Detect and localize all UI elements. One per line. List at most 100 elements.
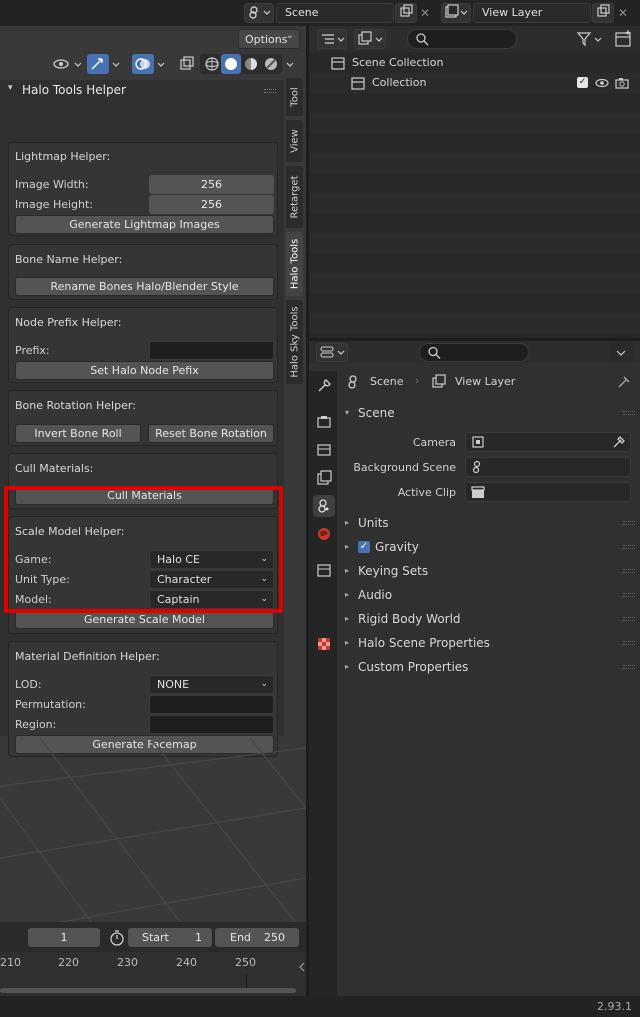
units-section-header[interactable]: ▸ Units <box>345 512 635 534</box>
drag-grip-icon[interactable] <box>264 89 276 93</box>
set-node-prefix-button[interactable]: Set Halo Node Pefix <box>15 361 274 380</box>
active-clip-field[interactable] <box>465 482 631 502</box>
chevron-down-icon: ⌄ <box>260 554 268 564</box>
invert-bone-roll-button[interactable]: Invert Bone Roll <box>15 424 141 443</box>
scene-selector-icon[interactable] <box>244 3 274 23</box>
pin-icon[interactable] <box>615 373 633 391</box>
stopwatch-icon[interactable] <box>108 928 126 947</box>
camera-icon[interactable] <box>614 75 630 91</box>
scene-name-field[interactable]: Scene <box>276 3 394 23</box>
halo-tools-header[interactable]: ▾ Halo Tools Helper <box>0 80 284 102</box>
3d-viewport[interactable]: Options ⌄ ▾ Halo Tools Helper Lightmap H… <box>0 26 306 996</box>
output-tab-icon[interactable] <box>313 439 335 461</box>
cull-materials-button[interactable]: Cull Materials <box>15 486 274 505</box>
drag-grip-icon[interactable] <box>623 641 635 645</box>
remove-view-layer-icon[interactable]: ✕ <box>614 3 632 23</box>
outliner-row-collection[interactable]: Collection ✓ <box>309 73 640 93</box>
eye-icon[interactable] <box>594 75 610 91</box>
texture-tab-icon[interactable] <box>313 633 335 655</box>
current-frame-field[interactable]: 1 <box>28 928 100 947</box>
remove-scene-icon[interactable]: ✕ <box>416 3 434 23</box>
halo-scene-properties-section-header[interactable]: ▸ Halo Scene Properties <box>345 632 635 654</box>
audio-section-header[interactable]: ▸ Audio <box>345 584 635 606</box>
generate-lightmap-button[interactable]: Generate Lightmap Images <box>15 215 274 234</box>
new-view-layer-icon[interactable] <box>592 3 614 23</box>
filter-icon[interactable] <box>575 29 607 49</box>
keying-sets-section-header[interactable]: ▸ Keying Sets <box>345 560 635 582</box>
model-dropdown[interactable]: Captain ⌄ <box>149 590 274 609</box>
outliner-search-input[interactable] <box>407 29 517 49</box>
drag-grip-icon[interactable] <box>623 569 635 573</box>
drag-grip-icon[interactable] <box>623 593 635 597</box>
tool-tab-icon[interactable] <box>313 375 335 397</box>
view-layer-tab-icon[interactable] <box>313 467 335 489</box>
wireframe-shading-icon[interactable] <box>202 54 222 74</box>
new-collection-icon[interactable] <box>613 29 635 49</box>
view-filter-icon[interactable] <box>354 29 386 49</box>
lod-dropdown[interactable]: NONE ⌄ <box>149 675 274 694</box>
options-button[interactable]: Options ⌄ <box>238 29 300 49</box>
rigid-body-world-section-header[interactable]: ▸ Rigid Body World <box>345 608 635 630</box>
drag-grip-icon[interactable] <box>623 617 635 621</box>
drag-grip-icon[interactable] <box>623 665 635 669</box>
viewport-header: Options ⌄ <box>0 26 306 80</box>
tab-view[interactable]: View <box>286 120 303 162</box>
tab-halo-tools[interactable]: Halo Tools <box>286 232 303 296</box>
outliner-row-scene-collection[interactable]: Scene Collection <box>309 53 640 73</box>
collection-tab-icon[interactable] <box>313 559 335 581</box>
rendered-shading-icon[interactable] <box>261 54 281 74</box>
shading-dropdown-icon[interactable] <box>284 54 298 74</box>
chevron-left-icon[interactable] <box>298 960 306 974</box>
gravity-checkbox[interactable]: ✓ <box>358 541 370 553</box>
timeline[interactable]: 1 Start 1 End 250 210 220 230 240 250 <box>0 922 306 996</box>
properties-search-input[interactable] <box>419 343 529 362</box>
drag-grip-icon[interactable] <box>623 545 635 549</box>
custom-properties-section-header[interactable]: ▸ Custom Properties <box>345 656 635 678</box>
eyedropper-icon[interactable] <box>611 434 627 450</box>
tab-retarget[interactable]: Retarget <box>286 166 303 228</box>
editor-type-icon[interactable] <box>316 343 348 362</box>
reset-bone-rotation-button[interactable]: Reset Bone Rotation <box>148 424 274 443</box>
new-scene-icon[interactable] <box>395 3 417 23</box>
header-dropdown-icon[interactable] <box>609 343 633 362</box>
camera-field[interactable] <box>465 432 631 452</box>
gravity-section-header[interactable]: ▸ ✓ Gravity <box>345 536 635 558</box>
frame-ruler[interactable]: 210 220 230 240 250 <box>0 952 306 996</box>
view-layer-icon[interactable] <box>441 3 471 23</box>
scene-section-header[interactable]: ▾ Scene <box>345 402 635 424</box>
display-mode-icon[interactable] <box>317 29 347 49</box>
solid-shading-icon[interactable] <box>221 54 241 74</box>
overlay-dropdown-icon[interactable] <box>155 54 169 74</box>
render-tab-icon[interactable] <box>313 411 335 433</box>
game-dropdown[interactable]: Halo CE ⌄ <box>149 550 274 569</box>
gizmo-toggle-icon[interactable] <box>87 54 109 74</box>
image-width-field[interactable]: 256 <box>149 175 274 194</box>
permutation-input[interactable] <box>149 695 274 714</box>
world-tab-icon[interactable] <box>313 523 335 545</box>
chevron-down-icon: ⌄ <box>285 30 294 41</box>
unit-type-dropdown[interactable]: Character ⌄ <box>149 570 274 589</box>
gizmo-dropdown-icon[interactable] <box>110 54 124 74</box>
visibility-icon[interactable] <box>50 54 86 74</box>
top-header: Scene ✕ View Layer ✕ <box>0 0 640 26</box>
prefix-input[interactable] <box>149 341 274 360</box>
tab-halo-sky-tools[interactable]: Halo Sky Tools <box>286 300 303 384</box>
material-shading-icon[interactable] <box>241 54 261 74</box>
generate-scale-model-button[interactable]: Generate Scale Model <box>15 610 274 629</box>
image-height-field[interactable]: 256 <box>149 195 274 214</box>
timeline-scrollbar[interactable] <box>0 988 296 993</box>
region-input[interactable] <box>149 715 274 734</box>
overlay-toggle-icon[interactable] <box>132 54 154 74</box>
scene-tab-icon[interactable] <box>313 495 335 517</box>
background-scene-field[interactable] <box>465 457 631 477</box>
tab-tool[interactable]: Tool <box>286 78 303 116</box>
drag-grip-icon[interactable] <box>623 521 635 525</box>
exclude-checkbox[interactable]: ✓ <box>577 77 588 88</box>
xray-toggle-icon[interactable] <box>177 54 197 74</box>
search-icon <box>416 33 429 46</box>
view-layer-field[interactable]: View Layer <box>473 3 591 23</box>
end-frame-field[interactable]: End 250 <box>215 928 299 947</box>
drag-grip-icon[interactable] <box>623 411 635 415</box>
start-frame-field[interactable]: Start 1 <box>128 928 212 947</box>
rename-bones-button[interactable]: Rename Bones Halo/Blender Style <box>15 277 274 296</box>
